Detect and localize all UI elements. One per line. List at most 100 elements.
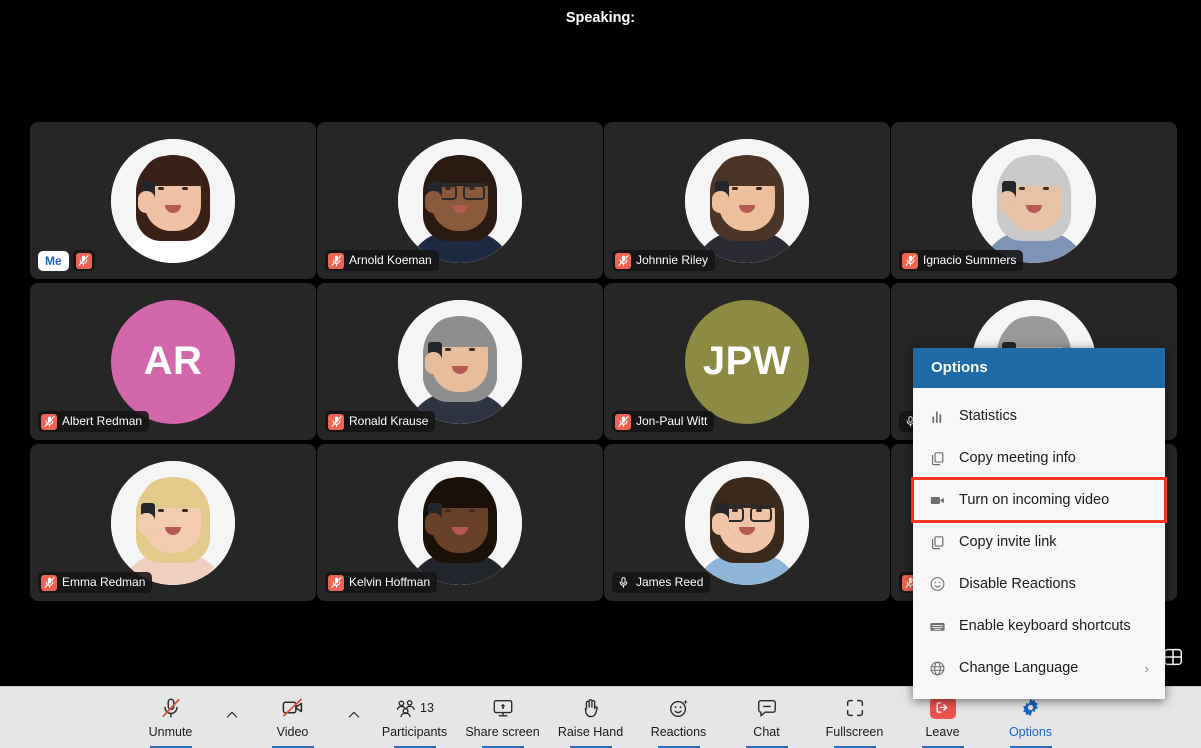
- options-menu-item[interactable]: Disable Reactions: [913, 563, 1165, 605]
- avatar-photo: [685, 460, 809, 585]
- tile-badge-row: Kelvin Hoffman: [325, 572, 438, 593]
- avatar-initials: JPW: [685, 299, 809, 424]
- video-tile[interactable]: Ignacio Summers: [891, 122, 1177, 279]
- chevron-up-icon[interactable]: [215, 687, 249, 748]
- share-screen-icon: [492, 696, 514, 720]
- toolbar-button-label: Fullscreen: [825, 724, 884, 739]
- video-off-icon: [281, 696, 304, 720]
- avatar-photo: [685, 138, 809, 263]
- participant-name: Albert Redman: [62, 414, 143, 428]
- options-menu-item[interactable]: Copy invite link: [913, 521, 1165, 563]
- tile-badge-row: Johnnie Riley: [612, 250, 716, 271]
- participant-name: Kelvin Hoffman: [349, 575, 431, 589]
- video-tile[interactable]: Emma Redman: [30, 444, 316, 601]
- toolbar-button-label: Raise Hand: [557, 724, 624, 739]
- mic-muted-icon: [615, 413, 631, 430]
- mic-muted-icon: [615, 252, 631, 269]
- toolbar-button-label: Reactions: [650, 724, 707, 739]
- speaking-indicator: Speaking:: [0, 0, 1201, 36]
- gear-icon: [1020, 696, 1041, 720]
- options-menu-title: Options: [913, 348, 1165, 388]
- avatar-initials: AR: [111, 299, 235, 424]
- video-tile[interactable]: Johnnie Riley: [604, 122, 890, 279]
- avatar-photo: [972, 138, 1096, 263]
- avatar-photo: [398, 138, 522, 263]
- toolbar-button-label: Chat: [753, 724, 780, 739]
- toolbar-button-fullscreen[interactable]: Fullscreen: [811, 687, 899, 748]
- toolbar-button-chat[interactable]: Chat: [723, 687, 811, 748]
- mic-muted-icon: [41, 574, 57, 591]
- toolbar-button-share-screen[interactable]: Share screen: [459, 687, 547, 748]
- participant-name: Jon-Paul Witt: [636, 414, 708, 428]
- toolbar-button-label: Leave: [925, 724, 960, 739]
- fullscreen-icon: [844, 696, 866, 720]
- toolbar-button-label: Options: [1008, 724, 1053, 739]
- chevron-right-icon: ›: [1144, 660, 1149, 676]
- participant-name-badge: Jon-Paul Witt: [612, 411, 715, 432]
- speaking-label: Speaking:: [565, 10, 636, 26]
- tile-badge-row: Ignacio Summers: [899, 250, 1024, 271]
- participant-name: Ronald Krause: [349, 414, 429, 428]
- options-menu-item-label: Enable keyboard shortcuts: [959, 618, 1131, 634]
- participant-name-badge: Kelvin Hoffman: [325, 572, 438, 593]
- raise-hand-icon: [580, 696, 602, 720]
- toolbar-button-reactions[interactable]: Reactions: [635, 687, 723, 748]
- toolbar-button-label: Video: [276, 724, 309, 739]
- toolbar-button-video[interactable]: Video: [249, 687, 337, 748]
- video-tile[interactable]: JPW Jon-Paul Witt: [604, 283, 890, 440]
- options-menu-item[interactable]: Enable keyboard shortcuts: [913, 605, 1165, 647]
- options-menu-item-label: Statistics: [959, 408, 1018, 424]
- mic-muted-icon: [902, 252, 918, 269]
- avatar-photo: [111, 138, 235, 263]
- mic-muted-icon: [41, 413, 57, 430]
- options-menu-item[interactable]: Change Language ›: [913, 647, 1165, 689]
- video-tile[interactable]: Ronald Krause: [317, 283, 603, 440]
- copy-icon: [929, 450, 946, 467]
- toolbar-button-raise-hand[interactable]: Raise Hand: [547, 687, 635, 748]
- mic-muted-icon: [75, 252, 92, 269]
- participants-icon: 13: [395, 696, 434, 720]
- options-menu-item[interactable]: Statistics: [913, 395, 1165, 437]
- reactions-icon: [668, 696, 690, 720]
- participant-name-badge: Arnold Koeman: [325, 250, 439, 271]
- options-menu-item[interactable]: Turn on incoming video: [911, 477, 1167, 523]
- toolbar-button-label: Share screen: [465, 724, 540, 739]
- mic-muted-icon: [328, 252, 344, 269]
- tile-badge-row: Arnold Koeman: [325, 250, 439, 271]
- keyboard-icon: [929, 618, 946, 635]
- chat-icon: [756, 696, 778, 720]
- options-menu-item[interactable]: Copy meeting info: [913, 437, 1165, 479]
- me-badge: Me: [38, 250, 69, 271]
- video-tile[interactable]: James Reed: [604, 444, 890, 601]
- participant-name: Johnnie Riley: [636, 253, 709, 267]
- tile-badge-row: Ronald Krause: [325, 411, 436, 432]
- tile-badge-row: Emma Redman: [38, 572, 153, 593]
- options-menu-item-label: Disable Reactions: [959, 576, 1076, 592]
- chevron-up-icon[interactable]: [337, 687, 371, 748]
- tile-badge-row: Me: [38, 250, 95, 271]
- participant-name: Arnold Koeman: [349, 253, 432, 267]
- avatar-photo: [398, 299, 522, 424]
- toolbar-button-participants[interactable]: 13 Participants: [371, 687, 459, 748]
- participant-name-badge: Albert Redman: [38, 411, 150, 432]
- bar-chart-icon: [929, 408, 946, 425]
- video-tile[interactable]: Me: [30, 122, 316, 279]
- video-tile[interactable]: Kelvin Hoffman: [317, 444, 603, 601]
- toolbar-button-label: Unmute: [148, 724, 193, 739]
- mic-muted-icon: [160, 696, 182, 720]
- options-menu-item-label: Change Language: [959, 660, 1079, 676]
- toolbar-button-label: Participants: [381, 724, 448, 739]
- video-tile[interactable]: AR Albert Redman: [30, 283, 316, 440]
- participant-count: 13: [420, 700, 434, 715]
- mic-status-badge: [72, 250, 95, 271]
- participant-name-badge: Ignacio Summers: [899, 250, 1024, 271]
- leave-icon: [929, 696, 956, 720]
- meeting-window: Speaking: Me Arnold Koeman Johnnie Riley Ig…: [0, 0, 1201, 748]
- avatar-photo: [111, 460, 235, 585]
- participant-name: Ignacio Summers: [923, 253, 1017, 267]
- tile-badge-row: James Reed: [612, 572, 711, 593]
- participant-name-badge: James Reed: [612, 572, 711, 593]
- options-menu-item-label: Copy invite link: [959, 534, 1057, 550]
- video-tile[interactable]: Arnold Koeman: [317, 122, 603, 279]
- toolbar-button-unmute[interactable]: Unmute: [127, 687, 215, 748]
